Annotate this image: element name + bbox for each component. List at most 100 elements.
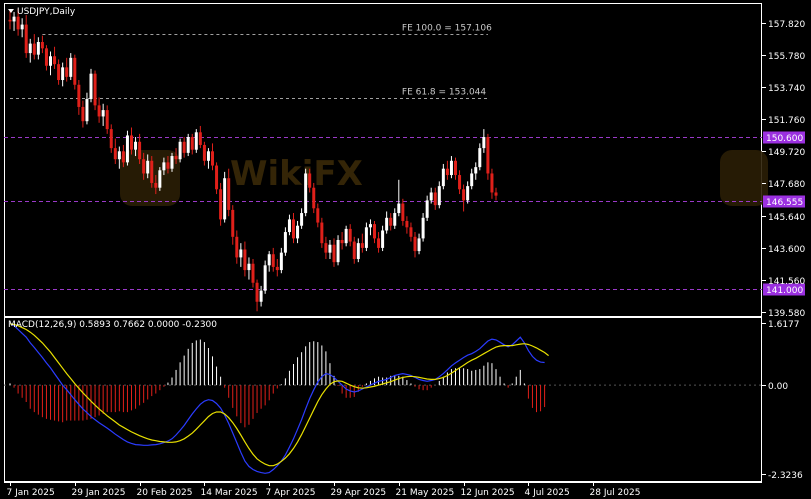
triangle-down-icon[interactable] <box>8 9 14 13</box>
candle-body <box>57 64 61 81</box>
candle-body <box>364 227 368 248</box>
candle-body <box>316 208 320 223</box>
candle-body <box>20 24 24 30</box>
trading-chart[interactable]: WikiFX 150.600 146.555 141.000 FE 100.0 = … <box>0 0 811 499</box>
candle-body <box>158 170 162 188</box>
candle-body <box>44 48 48 66</box>
time-axis: 7 Jan 2025 29 Jan 2025 20 Feb 2025 14 Mar 2… <box>7 482 641 498</box>
candle-body <box>478 148 482 168</box>
candle-body <box>433 192 437 206</box>
candle-body <box>328 244 332 253</box>
price-tick-label: 141.560 <box>768 277 805 287</box>
time-tick-label: 7 Apr 2025 <box>266 488 316 498</box>
candle-body <box>437 186 441 206</box>
candle-body <box>77 84 81 107</box>
candle-body <box>360 243 364 248</box>
candle-body <box>130 135 133 150</box>
wikifx-watermark-icon: WikiFX <box>230 154 363 194</box>
candle-body <box>397 203 401 214</box>
level-price-label-0: 150.600 <box>766 134 803 144</box>
price-tick-label: 143.600 <box>768 245 805 255</box>
candle-body <box>174 156 178 160</box>
time-tick-label: 28 Jul 2025 <box>590 488 641 498</box>
candle-body <box>53 56 57 65</box>
candle-body <box>93 73 97 106</box>
price-tick-label: 153.740 <box>768 84 805 94</box>
macd-tick-label: 1.6177 <box>768 320 800 330</box>
candle-body <box>186 137 190 153</box>
candle-body <box>219 189 223 220</box>
time-tick-label: 7 Jan 2025 <box>7 488 55 498</box>
candle-body <box>182 141 186 153</box>
candle-body <box>235 236 239 258</box>
candle-body <box>352 241 356 259</box>
candle-body <box>279 252 283 271</box>
candle-body <box>61 67 65 81</box>
candle-body <box>243 249 247 271</box>
level-price-label-1: 146.555 <box>766 198 803 208</box>
candle-body <box>283 232 287 253</box>
candle-body <box>109 129 113 149</box>
time-tick-label: 21 May 2025 <box>396 488 455 498</box>
candle-body <box>393 213 397 226</box>
candle-body <box>344 228 348 244</box>
candle-body <box>271 254 275 267</box>
candle-body <box>117 151 121 160</box>
candle-body <box>348 228 352 242</box>
candle-body <box>466 186 470 201</box>
candle-body <box>454 160 457 176</box>
candle-body <box>206 151 210 161</box>
time-tick-label: 29 Jan 2025 <box>72 488 126 498</box>
time-tick-label: 14 Mar 2025 <box>201 488 258 498</box>
time-tick-label: 4 Jul 2025 <box>525 488 570 498</box>
price-tick-label: 145.640 <box>768 213 805 223</box>
price-tick-label: 139.580 <box>768 309 805 319</box>
time-tick-label: 20 Feb 2025 <box>137 488 193 498</box>
candle-body <box>486 137 490 174</box>
candle-body <box>202 144 206 161</box>
macd-tick-label: -2.3236 <box>768 471 803 481</box>
candle-body <box>65 67 69 77</box>
candle-body <box>401 203 405 221</box>
candle-body <box>36 42 40 55</box>
candle-body <box>340 239 344 244</box>
candle-body <box>267 254 271 266</box>
candle-body <box>105 110 109 130</box>
candle-body <box>425 200 429 218</box>
macd-axis: 1.6177 0.00 -2.3236 <box>762 320 803 481</box>
candle-body <box>125 135 129 163</box>
candle-body <box>251 263 255 283</box>
candle-body <box>194 132 198 150</box>
candle-body <box>121 151 125 163</box>
fib-label-1: FE 61.8 = 153.044 <box>402 88 487 98</box>
candle-body <box>166 162 170 169</box>
time-tick-label: 12 Jun 2025 <box>461 488 515 498</box>
price-tick-label: 149.720 <box>768 148 805 158</box>
candle-body <box>389 217 393 226</box>
candle-body <box>373 224 376 239</box>
price-tick-label: 157.820 <box>768 20 805 30</box>
level-price-label-2: 141.000 <box>766 286 803 296</box>
candle-body <box>146 160 150 174</box>
candle-body <box>162 162 166 171</box>
candle-body <box>381 230 385 248</box>
price-tick-label: 151.760 <box>768 116 805 126</box>
candle-body <box>292 219 295 239</box>
candle-body <box>287 219 291 233</box>
candle-body <box>324 243 328 253</box>
candle-body <box>494 192 498 196</box>
candle-body <box>417 238 421 252</box>
candle-body <box>142 159 146 174</box>
candle-body <box>28 43 32 54</box>
candle-body <box>170 156 174 169</box>
candle-body <box>449 160 453 176</box>
candle-body <box>312 187 316 209</box>
candle-body <box>154 182 158 188</box>
candle-body <box>239 249 243 258</box>
candle-body <box>134 141 138 150</box>
candle-body <box>368 224 372 228</box>
candle-body <box>101 110 105 117</box>
candle-body <box>150 160 154 183</box>
candle-body <box>81 106 85 122</box>
candle-body <box>377 238 381 248</box>
